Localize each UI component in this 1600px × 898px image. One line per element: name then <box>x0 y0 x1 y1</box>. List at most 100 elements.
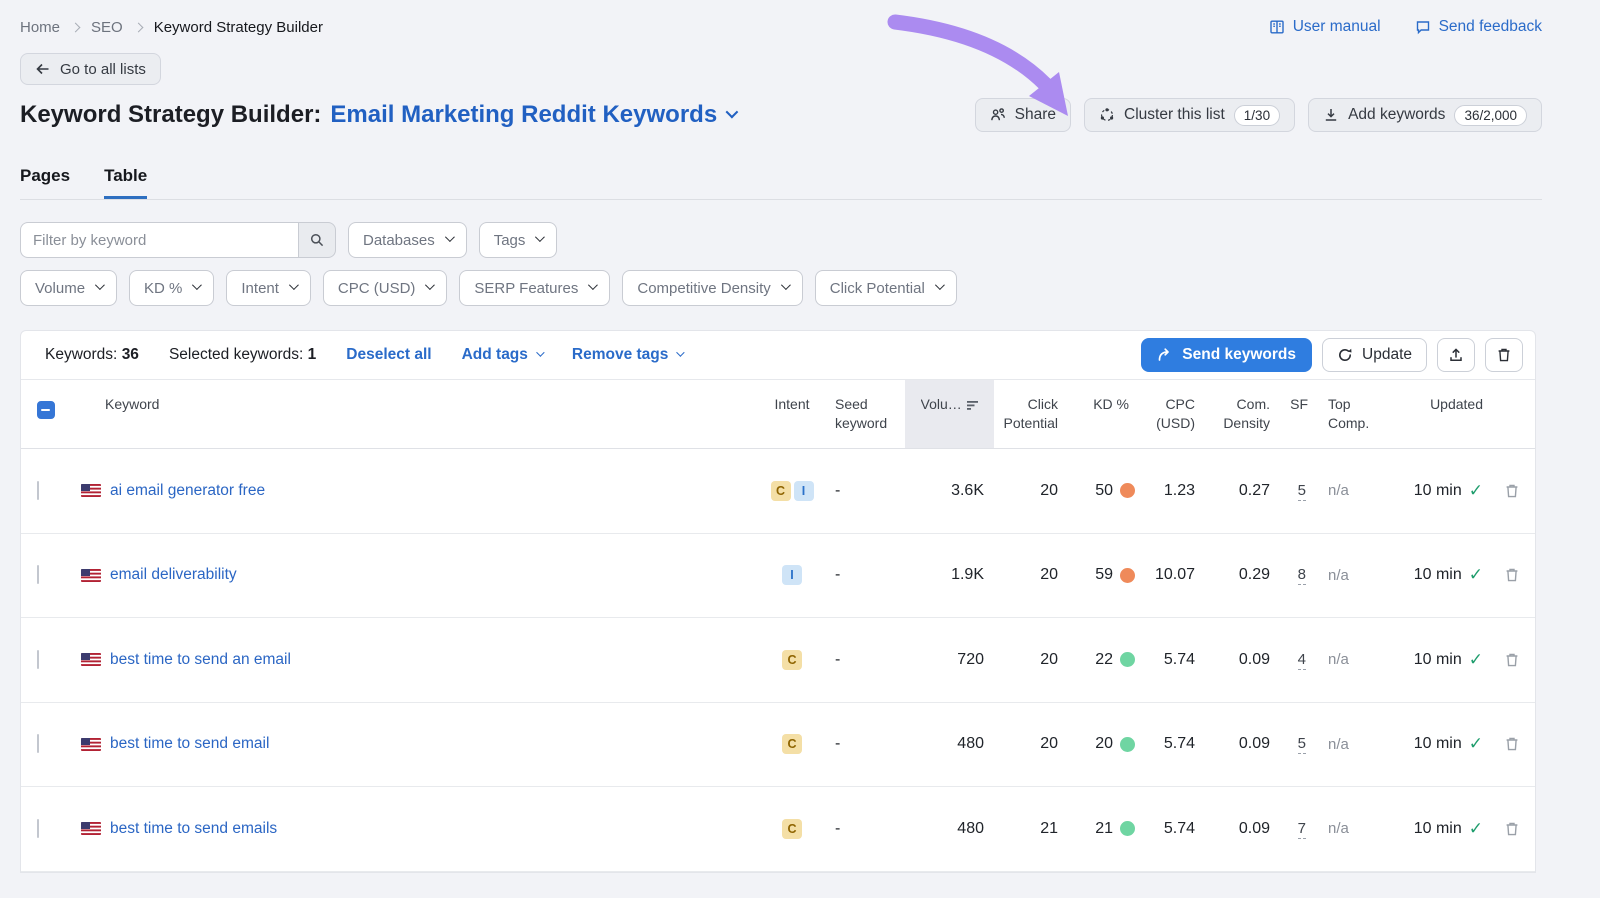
delete-list-button[interactable] <box>1485 338 1523 372</box>
title-row: Keyword Strategy Builder: Email Marketin… <box>20 98 1542 132</box>
header-intent[interactable]: Intent <box>759 380 825 448</box>
chevron-down-icon[interactable] <box>726 105 739 118</box>
deselect-all-link[interactable]: Deselect all <box>346 346 431 364</box>
keyword-link[interactable]: best time to send an email <box>110 651 291 669</box>
table-row: email deliverability I - 1.9K 20 59 10.0… <box>21 534 1535 619</box>
click-potential-cell: 20 <box>994 651 1064 669</box>
cluster-this-list-label: Cluster this list <box>1124 106 1225 124</box>
row-delete-button[interactable] <box>1489 736 1535 752</box>
chevron-down-icon <box>95 280 105 290</box>
intent-informational-badge[interactable]: I <box>782 565 802 585</box>
share-users-icon <box>990 107 1006 123</box>
breadcrumb: Home SEO Keyword Strategy Builder <box>20 19 323 36</box>
intent-filter-dropdown[interactable]: Intent <box>226 270 311 306</box>
header-kd[interactable]: KD % <box>1064 380 1141 448</box>
click-potential-cell: 20 <box>994 482 1064 500</box>
keywords-limit-badge: 36/2,000 <box>1454 105 1527 126</box>
add-keywords-button[interactable]: Add keywords 36/2,000 <box>1308 98 1542 132</box>
row-delete-button[interactable] <box>1489 483 1535 499</box>
header-seed-keyword[interactable]: Seed keyword <box>825 380 905 448</box>
serp-features-filter-label: SERP Features <box>474 280 578 297</box>
header-volume[interactable]: Volume <box>905 380 994 448</box>
send-feedback-link[interactable]: Send feedback <box>1415 18 1542 36</box>
updated-cell: 10 min <box>1414 482 1462 500</box>
kd-difficulty-dot <box>1120 821 1135 836</box>
header-keyword[interactable]: Keyword <box>77 380 759 448</box>
breadcrumb-home[interactable]: Home <box>20 19 60 36</box>
updated-check-icon: ✓ <box>1469 819 1483 839</box>
table-header-row: Keyword Intent Seed keyword Volume Click… <box>21 379 1535 449</box>
serp-features-count[interactable]: 8 <box>1298 566 1306 585</box>
serp-features-filter-dropdown[interactable]: SERP Features <box>459 270 610 306</box>
tab-pages[interactable]: Pages <box>20 166 70 199</box>
row-checkbox[interactable] <box>37 650 39 669</box>
databases-filter-label: Databases <box>363 232 435 249</box>
competitive-density-filter-dropdown[interactable]: Competitive Density <box>622 270 802 306</box>
remove-tags-dropdown[interactable]: Remove tags <box>572 346 682 364</box>
row-checkbox[interactable] <box>37 734 39 753</box>
seed-keyword-cell: - <box>825 482 905 500</box>
table-toolbar: Keywords: 36 Selected keywords: 1 Desele… <box>21 331 1535 379</box>
row-delete-button[interactable] <box>1489 652 1535 668</box>
share-button[interactable]: Share <box>975 98 1071 132</box>
row-checkbox[interactable] <box>37 819 39 838</box>
keyword-link[interactable]: email deliverability <box>110 566 237 584</box>
updated-cell: 10 min <box>1414 566 1462 584</box>
row-checkbox[interactable] <box>37 481 39 500</box>
serp-features-count[interactable]: 5 <box>1298 482 1306 501</box>
tags-filter-dropdown[interactable]: Tags <box>479 222 558 258</box>
tab-table[interactable]: Table <box>104 166 147 199</box>
kd-difficulty-dot <box>1120 652 1135 667</box>
row-delete-button[interactable] <box>1489 567 1535 583</box>
kd-filter-dropdown[interactable]: KD % <box>129 270 214 306</box>
search-button[interactable] <box>298 222 336 258</box>
volume-filter-dropdown[interactable]: Volume <box>20 270 117 306</box>
intent-commercial-badge[interactable]: C <box>782 734 802 754</box>
toolbar-right: Send keywords Update <box>1141 338 1523 372</box>
keyword-link[interactable]: best time to send emails <box>110 820 277 838</box>
serp-features-count[interactable]: 4 <box>1298 651 1306 670</box>
keyword-link[interactable]: best time to send email <box>110 735 269 753</box>
breadcrumb-seo[interactable]: SEO <box>91 19 123 36</box>
us-flag-icon <box>81 653 101 666</box>
databases-filter-dropdown[interactable]: Databases <box>348 222 467 258</box>
serp-features-count[interactable]: 7 <box>1298 820 1306 839</box>
us-flag-icon <box>81 738 101 751</box>
click-potential-filter-dropdown[interactable]: Click Potential <box>815 270 957 306</box>
keyword-filter-input[interactable] <box>20 222 298 258</box>
cpc-cell: 5.74 <box>1141 820 1199 838</box>
cpc-filter-dropdown[interactable]: CPC (USD) <box>323 270 448 306</box>
export-icon <box>1448 347 1464 363</box>
click-potential-cell: 21 <box>994 820 1064 838</box>
cluster-this-list-button[interactable]: Cluster this list 1/30 <box>1084 98 1295 132</box>
keyword-link[interactable]: ai email generator free <box>110 482 265 500</box>
update-button[interactable]: Update <box>1322 338 1427 372</box>
intent-commercial-badge[interactable]: C <box>782 819 802 839</box>
arrow-left-icon <box>35 61 51 77</box>
header-com-density[interactable]: Com. Density <box>1199 380 1274 448</box>
sort-desc-icon <box>966 400 979 411</box>
intent-commercial-badge[interactable]: C <box>771 481 791 501</box>
send-keywords-button[interactable]: Send keywords <box>1141 338 1312 372</box>
volume-cell: 480 <box>905 735 994 753</box>
list-name-dropdown[interactable]: Email Marketing Reddit Keywords <box>330 98 717 132</box>
header-top-comp[interactable]: Top Comp. <box>1314 380 1389 448</box>
header-sf[interactable]: SF <box>1274 380 1314 448</box>
header-cpc[interactable]: CPC (USD) <box>1141 380 1199 448</box>
export-button[interactable] <box>1437 338 1475 372</box>
intent-informational-badge[interactable]: I <box>794 481 814 501</box>
intent-commercial-badge[interactable]: C <box>782 650 802 670</box>
go-to-all-lists-button[interactable]: Go to all lists <box>20 53 161 85</box>
user-manual-link[interactable]: User manual <box>1269 18 1381 36</box>
updated-cell: 10 min <box>1414 735 1462 753</box>
top-comp-cell: n/a <box>1314 567 1389 584</box>
trash-icon <box>1504 736 1520 752</box>
row-delete-button[interactable] <box>1489 821 1535 837</box>
select-all-checkbox[interactable] <box>37 401 55 419</box>
volume-filter-label: Volume <box>35 280 85 297</box>
serp-features-count[interactable]: 5 <box>1298 735 1306 754</box>
header-updated[interactable]: Updated <box>1389 380 1489 448</box>
add-tags-dropdown[interactable]: Add tags <box>462 346 542 364</box>
row-checkbox[interactable] <box>37 565 39 584</box>
header-click-potential[interactable]: Click Potential <box>994 380 1064 448</box>
